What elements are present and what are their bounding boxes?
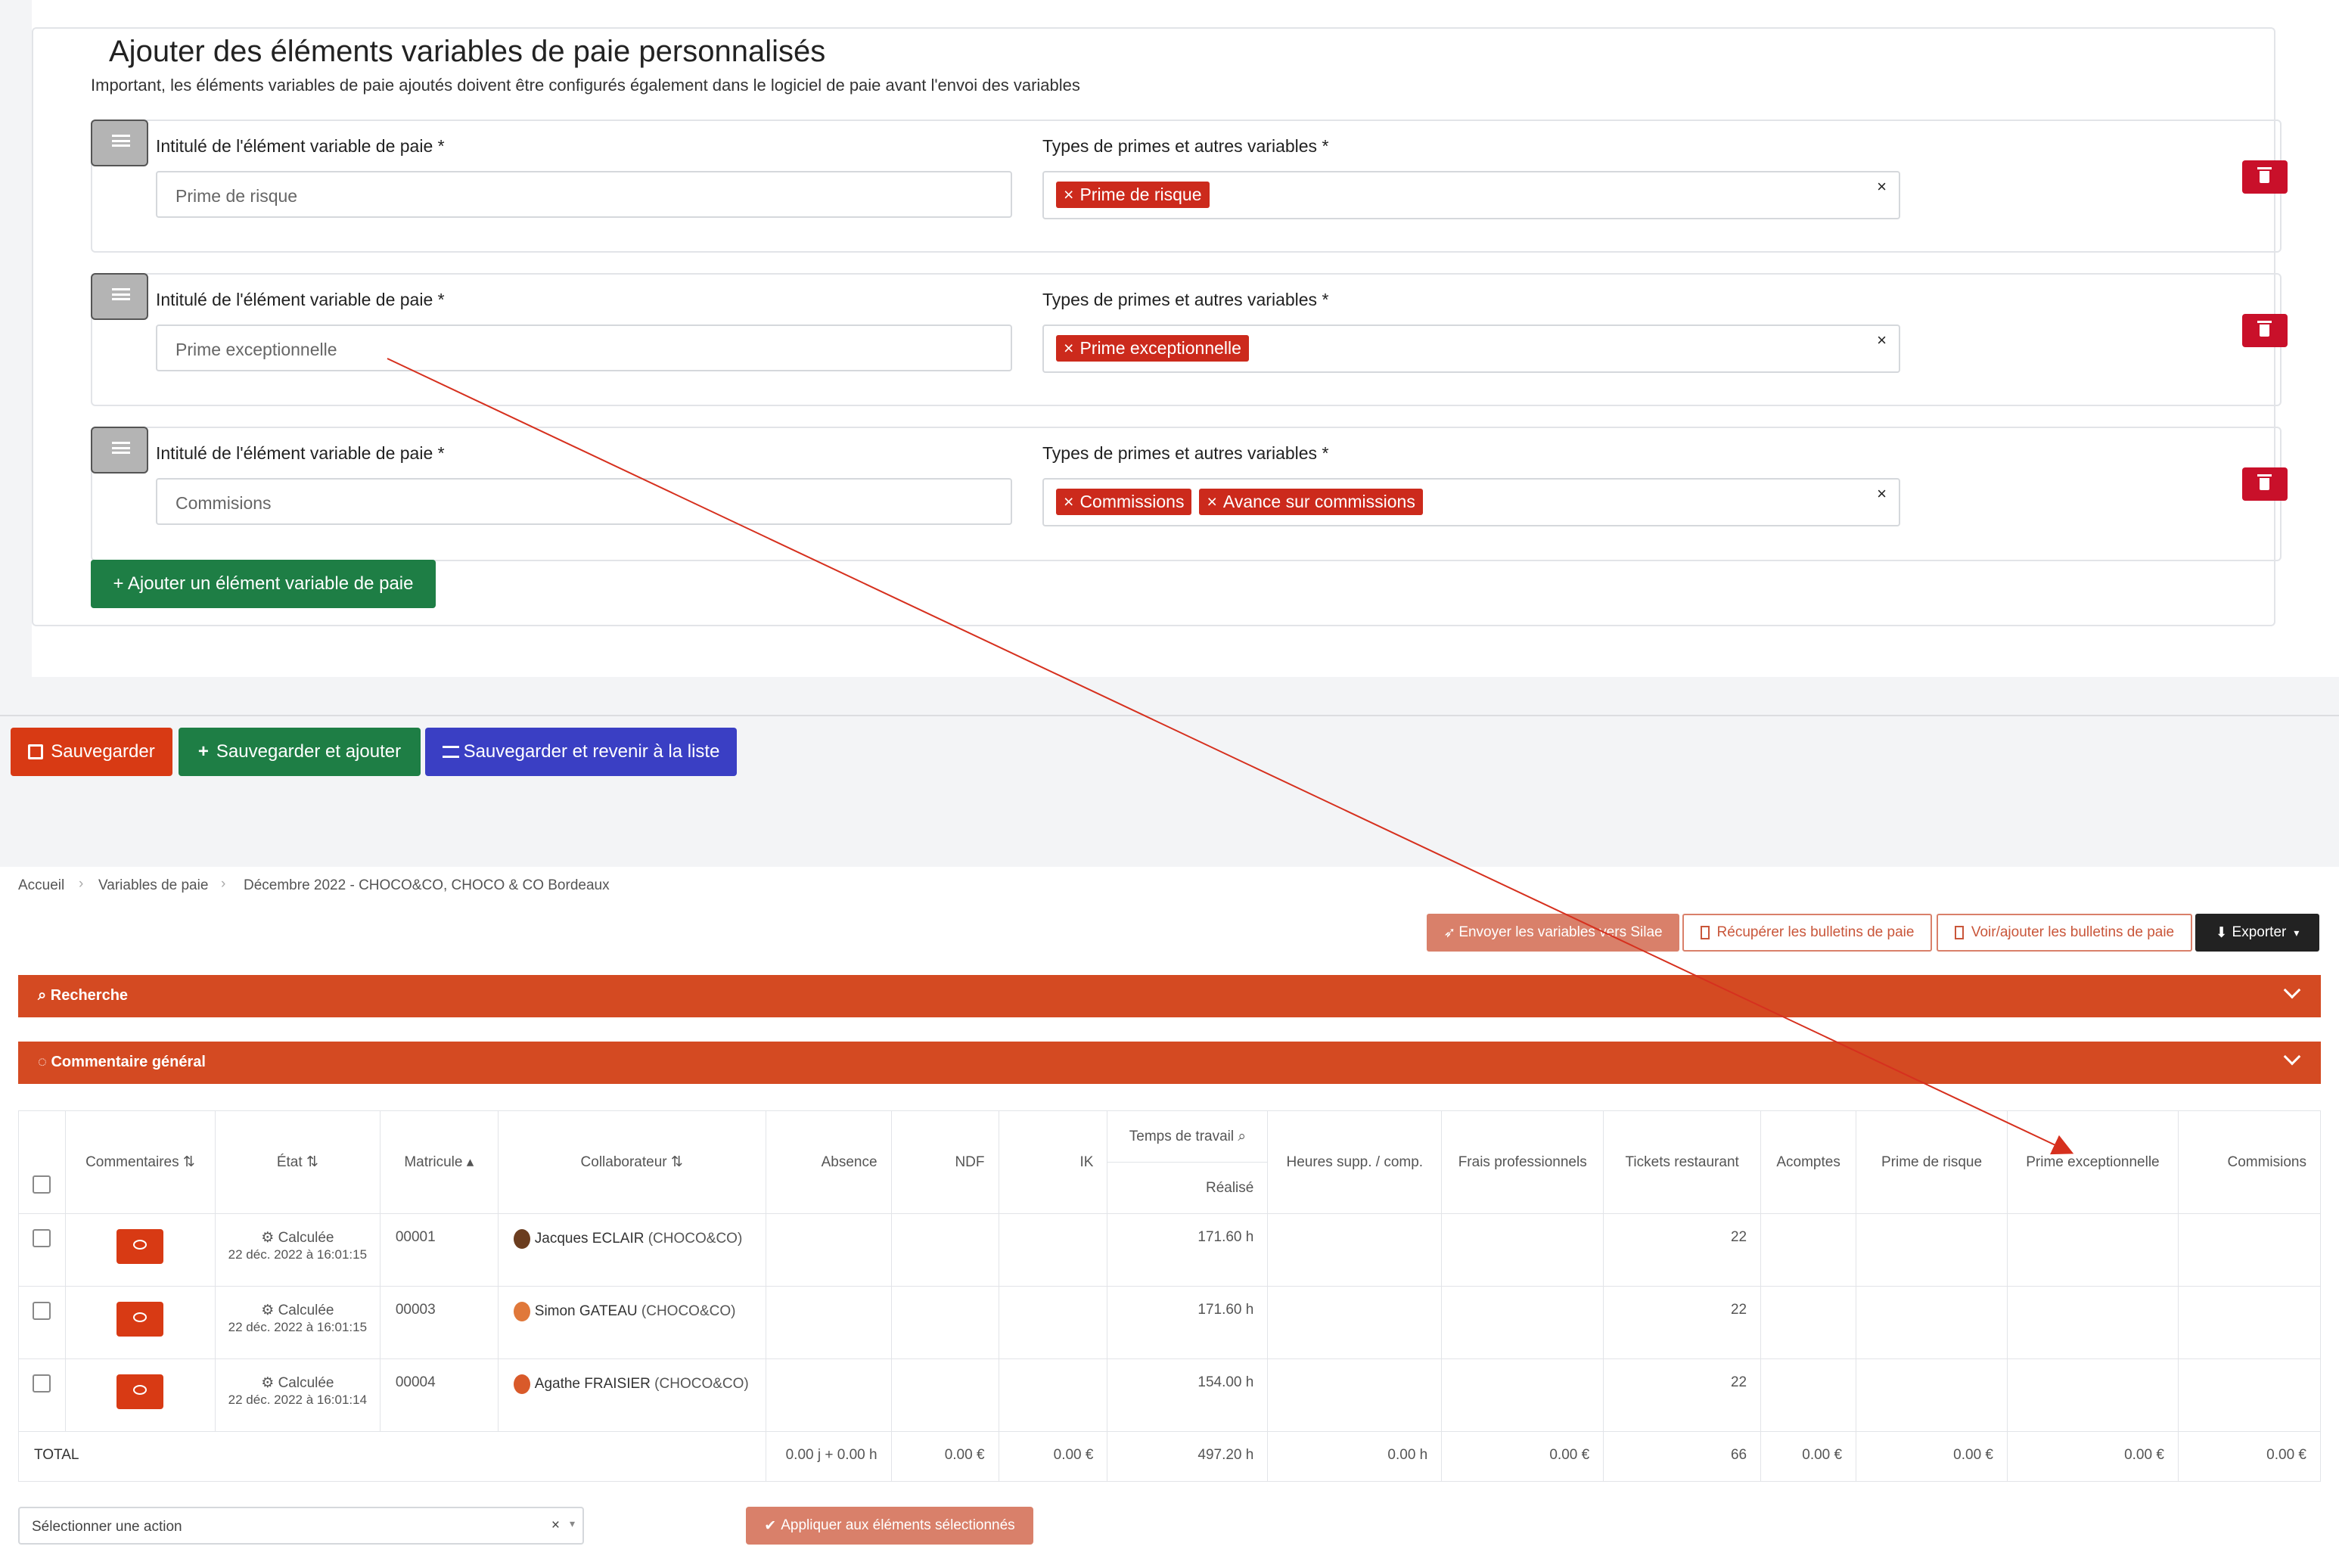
annotation-arrow <box>387 358 2074 1155</box>
